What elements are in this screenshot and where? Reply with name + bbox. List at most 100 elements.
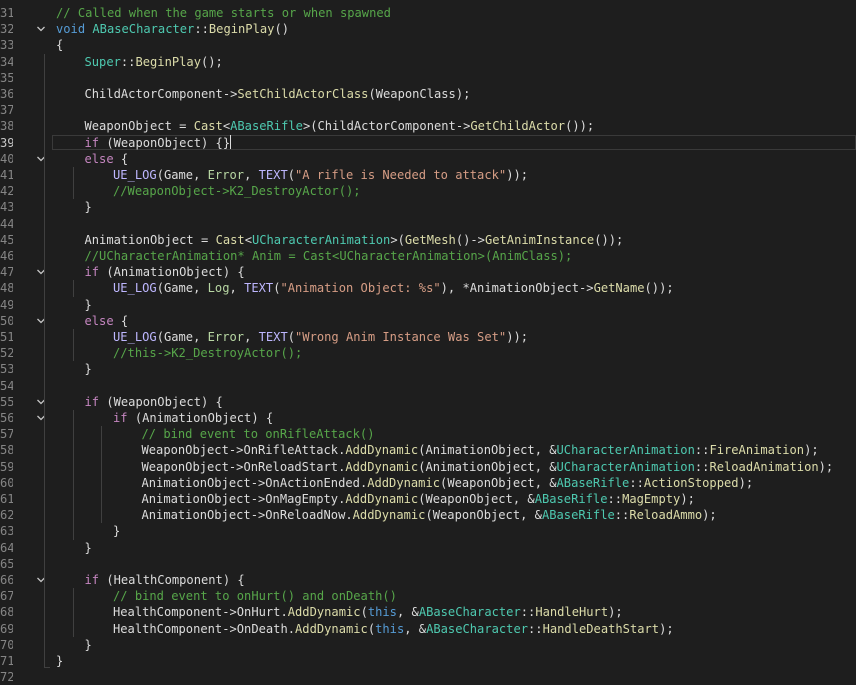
line-number: 67 bbox=[0, 589, 13, 604]
code-text: WeaponObject->OnRifleAttack.AddDynamic(A… bbox=[142, 442, 819, 458]
fold-chevron-icon[interactable] bbox=[36, 410, 48, 426]
code-line[interactable]: 68 HealthComponent->OnHurt.AddDynamic(thi… bbox=[0, 604, 856, 621]
code-token: -> bbox=[222, 605, 237, 620]
code-line[interactable]: 65 bbox=[0, 555, 856, 572]
code-line[interactable]: 59 WeaponObject->OnReloadStart.AddDynamic… bbox=[0, 458, 856, 475]
code-token: WeaponObject bbox=[447, 475, 535, 490]
code-line[interactable]: 45 AnimationObject = Cast<UCharacterAnima… bbox=[0, 231, 856, 248]
code-line[interactable]: 64} bbox=[0, 539, 856, 556]
code-line[interactable]: 37 bbox=[0, 102, 856, 119]
code-token: MagEmpty bbox=[622, 492, 681, 506]
code-line[interactable]: 50 else { bbox=[0, 312, 856, 329]
fold-chevron-icon[interactable] bbox=[36, 572, 48, 588]
code-line[interactable]: 57 // bind event to onRifleAttack() bbox=[0, 426, 856, 443]
code-line[interactable]: 38 WeaponObject = Cast<ABaseRifle>(ChildA… bbox=[0, 118, 856, 135]
fold-chevron-icon[interactable] bbox=[36, 313, 48, 329]
code-editor[interactable]: 31 // Called when the game starts or when… bbox=[0, 0, 856, 684]
line-number: 63 bbox=[0, 524, 13, 539]
code-line[interactable]: 44 bbox=[0, 215, 856, 232]
code-token: //WeaponObject->K2_DestroyActor(); bbox=[113, 184, 361, 199]
code-text: if (HealthComponent) { bbox=[85, 572, 245, 588]
code-line[interactable]: 35 bbox=[0, 69, 856, 86]
code-line[interactable]: 42 //WeaponObject->K2_DestroyActor(); bbox=[0, 183, 856, 200]
code-token: //this->K2_DestroyActor(); bbox=[113, 346, 303, 361]
code-line[interactable]: 51 UE_LOG(Game, Error, TEXT("Wrong Anim I… bbox=[0, 329, 856, 346]
line-number: 58 bbox=[0, 443, 13, 458]
code-token: "Animation Object: %s" bbox=[280, 281, 441, 296]
code-line[interactable]: 34 Super::BeginPlay(); bbox=[0, 53, 856, 70]
code-token: if bbox=[84, 573, 100, 587]
code-text: if (WeaponObject) { bbox=[85, 394, 223, 410]
code-line[interactable]: 48 UE_LOG(Game, Log, TEXT("Animation Obje… bbox=[0, 280, 856, 297]
code-line[interactable]: 55 if (WeaponObject) { bbox=[0, 393, 856, 410]
code-token: () bbox=[274, 22, 289, 37]
code-text: HealthComponent->OnDeath.AddDynamic(this… bbox=[113, 621, 674, 637]
code-token: ) {} bbox=[201, 135, 231, 150]
code-token: GetAnimInstance bbox=[484, 232, 595, 247]
line-number: 42 bbox=[0, 184, 13, 199]
code-token: OnRifleAttack bbox=[243, 443, 339, 458]
code-line[interactable]: 63} bbox=[0, 523, 856, 540]
code-line[interactable]: 56 if (AnimationObject) { bbox=[0, 410, 856, 427]
fold-chevron-icon[interactable] bbox=[36, 21, 48, 37]
code-line[interactable]: 60 AnimationObject->OnActionEnded.AddDyna… bbox=[0, 474, 856, 491]
code-line[interactable]: 47 if (AnimationObject) { bbox=[0, 264, 856, 281]
code-line[interactable]: 70} bbox=[0, 636, 856, 653]
code-token: // Called when the game starts or when s… bbox=[56, 6, 391, 20]
code-token: , & bbox=[534, 459, 557, 474]
code-line[interactable]: 52 //this->K2_DestroyActor(); bbox=[0, 345, 856, 362]
code-line[interactable]: 66 if (HealthComponent) { bbox=[0, 572, 856, 589]
fold-chevron-icon[interactable] bbox=[36, 264, 48, 280]
code-token: if bbox=[84, 265, 100, 280]
code-token: ABaseCharacter bbox=[92, 22, 195, 37]
line-number: 56 bbox=[0, 411, 13, 425]
code-token: Log bbox=[207, 281, 230, 296]
code-token: OnActionEnded bbox=[265, 475, 360, 490]
code-line[interactable]: 49} bbox=[0, 296, 856, 313]
code-line[interactable]: 36 ChildActorComponent->SetChildActorClas… bbox=[0, 86, 856, 103]
code-line[interactable]: 33 { bbox=[0, 37, 856, 53]
line-number: 52 bbox=[0, 346, 13, 361]
code-text: AnimationObject->OnMagEmpty.AddDynamic(W… bbox=[142, 491, 695, 507]
code-line[interactable]: 67 // bind event to onHurt() and onDeath(… bbox=[0, 588, 856, 605]
code-line[interactable]: 72 bbox=[0, 669, 856, 685]
fold-chevron-icon[interactable] bbox=[36, 394, 48, 410]
indent-guide bbox=[72, 183, 74, 200]
code-line[interactable]: 61 AnimationObject->OnMagEmpty.AddDynamic… bbox=[0, 491, 856, 508]
code-token: UE_LOG bbox=[113, 168, 157, 182]
code-token: WeaponClass bbox=[375, 87, 456, 101]
code-line[interactable]: 39 if (WeaponObject) {} bbox=[0, 134, 856, 151]
code-line[interactable]: 58 WeaponObject->OnRifleAttack.AddDynamic… bbox=[0, 442, 856, 459]
code-token: OnDeath bbox=[236, 621, 288, 636]
code-line[interactable]: 46 //UCharacterAnimation* Anim = Cast<UCh… bbox=[0, 248, 856, 265]
code-token: "Wrong Anim Instance Was Set" bbox=[295, 330, 507, 344]
indent-guide bbox=[72, 345, 74, 362]
code-line[interactable]: 54 bbox=[0, 377, 856, 394]
code-line[interactable]: 69 HealthComponent->OnDeath.AddDynamic(th… bbox=[0, 620, 856, 637]
code-token: AnimationObject bbox=[141, 492, 251, 506]
code-line[interactable]: 41 UE_LOG(Game, Error, TEXT("A rifle is N… bbox=[0, 167, 856, 184]
code-line[interactable]: 40 else { bbox=[0, 150, 856, 167]
code-token: AnimationObject bbox=[469, 281, 579, 296]
code-line[interactable]: 53} bbox=[0, 361, 856, 378]
code-token: if bbox=[113, 411, 128, 425]
fold-chevron-icon[interactable] bbox=[36, 151, 48, 167]
code-token: ( bbox=[425, 508, 433, 523]
code-line[interactable]: 32 void ABaseCharacter::BeginPlay() bbox=[0, 21, 856, 37]
code-token: (); bbox=[201, 54, 223, 69]
code-token: TEXT bbox=[258, 168, 288, 182]
code-token: ABaseRifle bbox=[230, 119, 303, 134]
code-token: { bbox=[56, 38, 64, 53]
code-token: } bbox=[84, 362, 92, 377]
code-line[interactable]: 71} bbox=[0, 653, 856, 669]
code-token: ); bbox=[818, 459, 834, 474]
line-number: 41 bbox=[0, 168, 13, 182]
code-line[interactable]: 62 AnimationObject->OnReloadNow.AddDynami… bbox=[0, 507, 856, 524]
code-token: -> bbox=[222, 621, 237, 636]
code-line[interactable]: 43} bbox=[0, 199, 856, 216]
code-text: } bbox=[85, 297, 92, 313]
line-number: 53 bbox=[0, 362, 13, 377]
text-cursor bbox=[230, 134, 232, 149]
code-line[interactable]: 31 // Called when the game starts or when… bbox=[0, 5, 856, 21]
code-text: // bind event to onHurt() and onDeath() bbox=[113, 588, 397, 604]
